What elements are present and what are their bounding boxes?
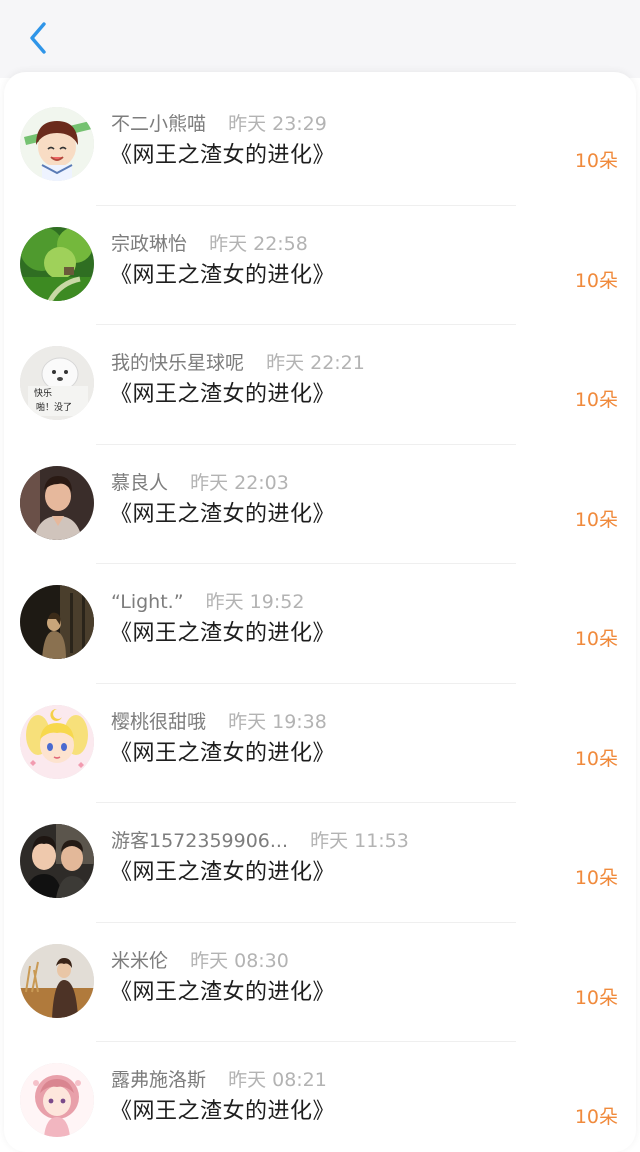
flower-amount: 10朵 [574,747,618,770]
timestamp: 昨天 22:03 [190,471,289,494]
user-name[interactable]: 樱桃很甜哦 [111,711,206,733]
flower-amount: 10朵 [574,269,618,292]
anime-boy-avatar[interactable] [20,107,94,181]
user-name[interactable]: 游客1572359906... [111,830,288,852]
user-meta: 游客1572359906... 昨天 11:53 [111,829,409,853]
timestamp: 昨天 19:38 [228,710,327,733]
timestamp: 昨天 08:30 [190,949,289,972]
book-title[interactable]: 《网王之渣女的进化》 [110,141,335,171]
flower-amount: 10朵 [574,389,618,411]
book-title[interactable]: 《网王之渣女的进化》 [110,380,335,410]
user-meta: 慕良人 昨天 22:03 [111,471,289,495]
book-title[interactable]: 《网王之渣女的进化》 [110,261,335,291]
field-figure-avatar[interactable] [20,943,94,1018]
back-button[interactable] [20,18,56,58]
flower-amount: 10朵 [574,1106,618,1128]
dark-figure-avatar[interactable] [20,585,94,659]
reward-list-card: 不二小熊喵 昨天 23:29 《网王之渣女的进化》 10朵 宗政琳怡 昨天 22… [4,72,636,1152]
user-name[interactable]: 不二小熊喵 [111,113,206,135]
svg-text:啪！没了: 啪！没了 [36,401,72,413]
man-portrait-avatar[interactable] [20,465,94,540]
user-name[interactable]: 露弗施洛斯 [111,1069,206,1091]
timestamp: 昨天 19:52 [205,591,305,613]
two-men-avatar[interactable] [20,824,94,898]
flower-amount: 10朵 [574,628,618,650]
flower-amount: 10朵 [574,150,618,172]
list-item[interactable]: 慕良人 昨天 22:03 《网王之渣女的进化》 10朵 [4,445,636,564]
timestamp: 昨天 22:21 [266,352,365,374]
forest-avatar[interactable] [20,226,94,301]
list-item[interactable]: “Light.” 昨天 19:52 《网王之渣女的进化》 10朵 [4,564,636,684]
timestamp: 昨天 22:58 [209,232,308,255]
list-item[interactable]: 不二小熊喵 昨天 23:29 《网王之渣女的进化》 10朵 [4,86,636,206]
svg-text:快乐: 快乐 [34,387,52,399]
book-title[interactable]: 《网王之渣女的进化》 [110,858,335,888]
user-meta: 米米伦 昨天 08:30 [111,949,289,973]
list-item[interactable]: 快乐 啪！没了 我的快乐星球呢 昨天 22:21 《网王之渣女的进化》 10朵 [4,325,636,445]
flower-amount: 10朵 [574,508,618,531]
sailor-moon-avatar[interactable] [20,704,94,779]
flower-amount: 10朵 [574,986,618,1009]
book-title[interactable]: 《网王之渣女的进化》 [110,978,335,1008]
user-meta: 露弗施洛斯 昨天 08:21 [111,1068,327,1092]
chevron-left-icon [30,22,46,54]
dog-meme-avatar[interactable]: 快乐 啪！没了 [20,346,94,420]
user-meta: “Light.” 昨天 19:52 [111,590,304,614]
book-title[interactable]: 《网王之渣女的进化》 [110,619,335,649]
book-title[interactable]: 《网王之渣女的进化》 [110,500,335,530]
timestamp: 昨天 11:53 [310,830,409,852]
book-title[interactable]: 《网王之渣女的进化》 [110,1097,335,1127]
user-meta: 不二小熊喵 昨天 23:29 [111,112,327,136]
user-name[interactable]: 米米伦 [111,950,168,972]
flower-amount: 10朵 [574,867,618,889]
reward-list: 不二小熊喵 昨天 23:29 《网王之渣女的进化》 10朵 宗政琳怡 昨天 22… [4,86,636,1152]
list-item[interactable]: 宗政琳怡 昨天 22:58 《网王之渣女的进化》 10朵 [4,206,636,325]
user-name[interactable]: “Light.” [111,591,184,613]
user-name[interactable]: 慕良人 [111,472,168,494]
timestamp: 昨天 23:29 [228,113,327,135]
user-meta: 宗政琳怡 昨天 22:58 [111,232,308,256]
user-name[interactable]: 宗政琳怡 [111,233,187,255]
user-meta: 我的快乐星球呢 昨天 22:21 [111,351,365,375]
book-title[interactable]: 《网王之渣女的进化》 [110,739,335,769]
user-meta: 樱桃很甜哦 昨天 19:38 [111,710,327,734]
timestamp: 昨天 08:21 [228,1069,327,1091]
list-item[interactable]: 樱桃很甜哦 昨天 19:38 《网王之渣女的进化》 10朵 [4,684,636,803]
user-name[interactable]: 我的快乐星球呢 [111,352,244,374]
list-item[interactable]: 游客1572359906... 昨天 11:53 《网王之渣女的进化》 10朵 [4,803,636,923]
list-item[interactable]: 米米伦 昨天 08:30 《网王之渣女的进化》 10朵 [4,923,636,1042]
top-bar [0,0,640,78]
pink-anime-girl-avatar[interactable] [20,1063,94,1137]
